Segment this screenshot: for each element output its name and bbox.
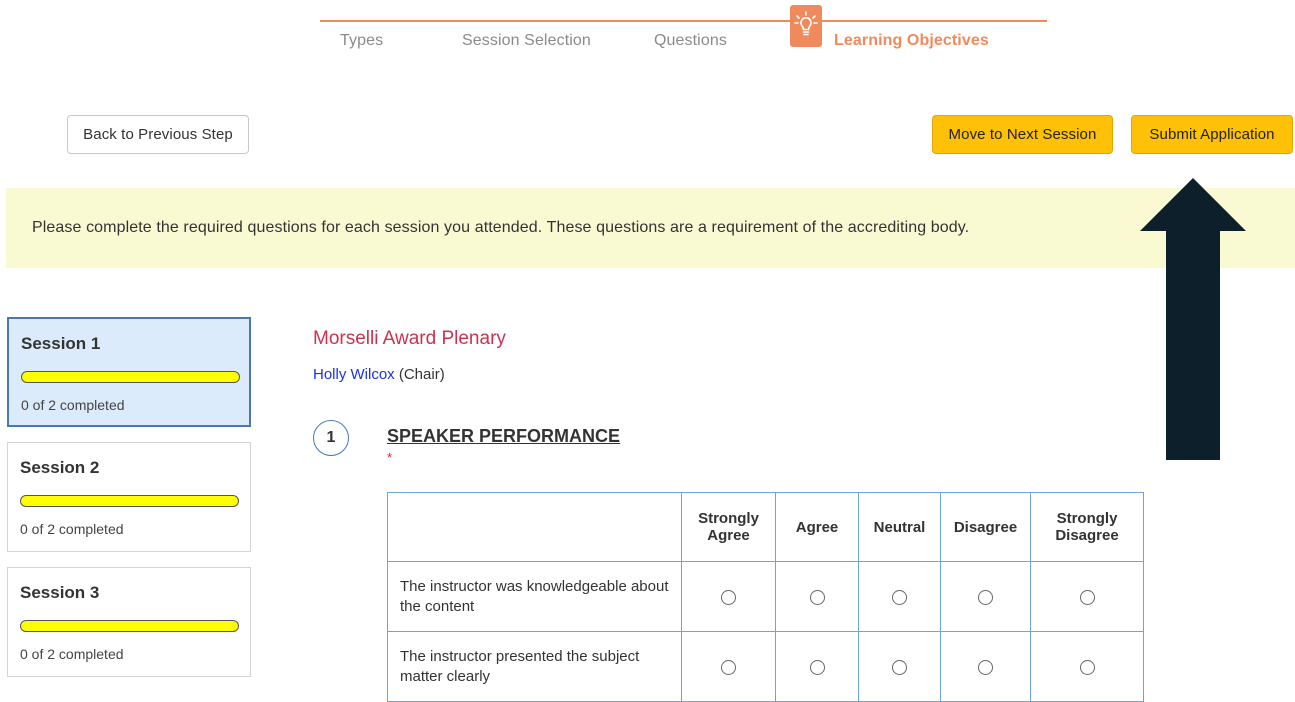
radio-agree[interactable] <box>809 589 825 605</box>
session-card-2[interactable]: Session 2 0 of 2 completed <box>7 442 251 552</box>
radio-disagree[interactable] <box>978 589 993 605</box>
annotation-arrow-icon <box>1140 178 1246 460</box>
session-card-3[interactable]: Session 3 0 of 2 completed <box>7 567 251 677</box>
step-learning-objectives[interactable]: Learning Objectives <box>834 32 989 50</box>
session-name-heading: Morselli Award Plenary <box>313 328 506 349</box>
column-header: Strongly Disagree <box>1030 492 1144 562</box>
lightbulb-icon <box>790 5 822 47</box>
radio-neutral[interactable] <box>892 589 907 605</box>
statement-header <box>387 492 682 562</box>
table-row: The instructor presented the subject mat… <box>387 631 1144 702</box>
radio-strongly-agree[interactable] <box>721 589 736 605</box>
step-questions[interactable]: Questions <box>654 32 727 50</box>
row-statement: The instructor was knowledgeable about t… <box>387 561 682 632</box>
column-header: Agree <box>775 492 859 562</box>
chair-line: Holly Wilcox (Chair) <box>313 366 445 383</box>
session-status: 0 of 2 completed <box>21 397 125 413</box>
column-header: Disagree <box>940 492 1031 562</box>
radio-neutral[interactable] <box>892 659 907 675</box>
back-to-previous-step-button[interactable]: Back to Previous Step <box>67 115 249 154</box>
column-header: Neutral <box>858 492 941 562</box>
step-types[interactable]: Types <box>340 32 383 50</box>
chair-role: (Chair) <box>398 366 445 383</box>
radio-disagree[interactable] <box>978 659 993 675</box>
radio-agree[interactable] <box>809 659 825 675</box>
stepper-track <box>320 20 1047 22</box>
session-status: 0 of 2 completed <box>20 646 124 662</box>
submit-application-button[interactable]: Submit Application <box>1131 115 1293 154</box>
chair-name-link[interactable]: Holly Wilcox <box>313 366 395 383</box>
question-title: SPEAKER PERFORMANCE <box>387 426 621 446</box>
question-number-badge: 1 <box>313 420 349 456</box>
instructions-text: Please complete the required questions f… <box>32 219 970 236</box>
question-number: 1 <box>326 429 336 446</box>
radio-strongly-disagree[interactable] <box>1079 589 1095 605</box>
step-session-selection[interactable]: Session Selection <box>462 32 591 50</box>
radio-strongly-disagree[interactable] <box>1079 659 1095 675</box>
table-row: The instructor was knowledgeable about t… <box>387 561 1144 632</box>
likert-table: Strongly Agree Agree Neutral Disagree St… <box>387 492 1144 702</box>
session-status: 0 of 2 completed <box>20 521 124 537</box>
instructions-notice: Please complete the required questions f… <box>6 188 1295 268</box>
radio-strongly-agree[interactable] <box>721 659 736 675</box>
session-title: Session 3 <box>20 583 100 602</box>
required-marker: * <box>387 450 393 465</box>
likert-header-row: Strongly Agree Agree Neutral Disagree St… <box>387 492 1144 562</box>
row-statement: The instructor presented the subject mat… <box>387 631 682 702</box>
move-to-next-session-button[interactable]: Move to Next Session <box>932 115 1113 154</box>
session-title: Session 2 <box>20 458 100 477</box>
session-progress-bar <box>20 620 239 632</box>
session-card-1[interactable]: Session 1 0 of 2 completed <box>7 317 251 427</box>
session-progress-bar <box>20 495 239 507</box>
session-title: Session 1 <box>21 334 101 353</box>
session-progress-bar <box>21 371 240 383</box>
column-header: Strongly Agree <box>681 492 776 562</box>
